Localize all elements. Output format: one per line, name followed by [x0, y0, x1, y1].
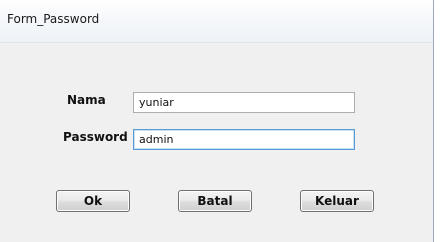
- keluar-button[interactable]: Keluar: [300, 190, 374, 212]
- password-label: Password: [63, 130, 128, 144]
- form-password-window: Form_Password Nama yuniar Password admin…: [0, 0, 434, 242]
- nama-field[interactable]: yuniar: [133, 92, 355, 113]
- password-field[interactable]: admin: [133, 129, 355, 150]
- nama-label: Nama: [67, 93, 106, 107]
- batal-button[interactable]: Batal: [178, 190, 252, 212]
- window-title: Form_Password: [7, 12, 100, 26]
- title-bar[interactable]: Form_Password: [0, 0, 433, 43]
- ok-button[interactable]: Ok: [56, 190, 130, 212]
